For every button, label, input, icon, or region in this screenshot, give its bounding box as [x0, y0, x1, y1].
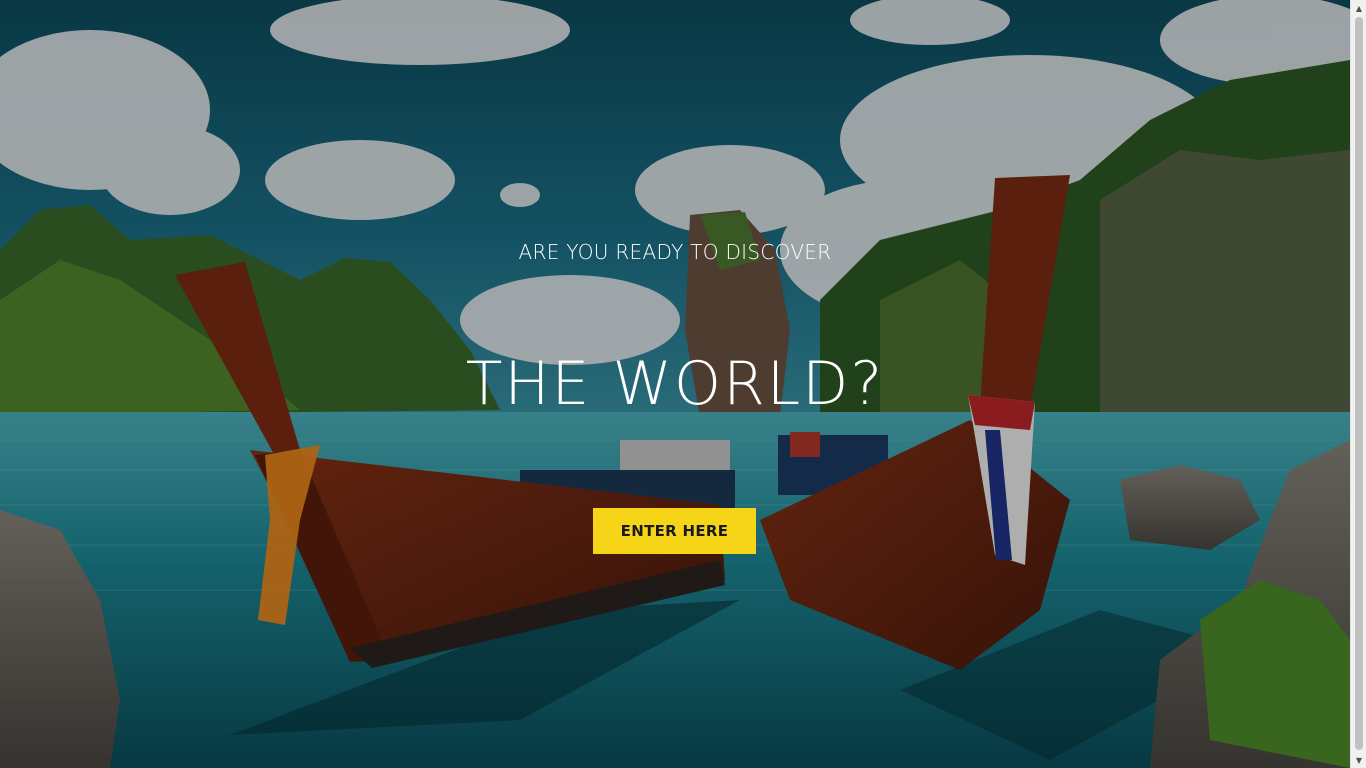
- hero-eyebrow-text: ARE YOU READY TO DISCOVER: [518, 240, 832, 264]
- page-scrollbar[interactable]: ▲ ▼: [1350, 0, 1366, 768]
- chevron-up-icon[interactable]: ▲: [1351, 0, 1366, 16]
- enter-here-button[interactable]: ENTER HERE: [593, 508, 756, 554]
- page-viewport: ARE YOU READY TO DISCOVER THE WORLD? ENT…: [0, 0, 1350, 768]
- hero-content: ARE YOU READY TO DISCOVER THE WORLD? ENT…: [0, 0, 1350, 768]
- chevron-down-icon[interactable]: ▼: [1351, 752, 1366, 768]
- hero-headline: THE WORLD?: [465, 349, 885, 419]
- scrollbar-thumb[interactable]: [1355, 17, 1363, 750]
